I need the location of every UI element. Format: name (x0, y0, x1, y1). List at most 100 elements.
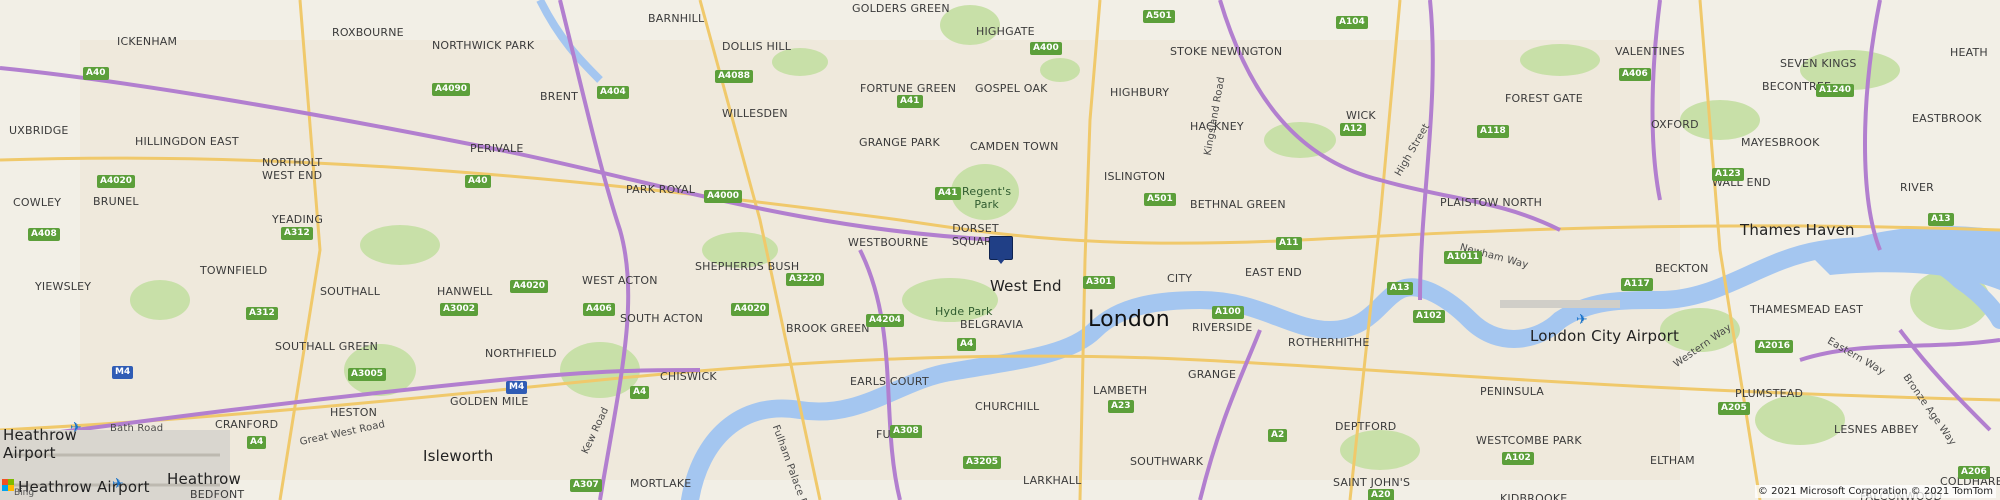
map-label-saint-johns: SAINT JOHN'S (1333, 476, 1411, 489)
map-label-southall: SOUTHALL (320, 285, 381, 298)
map-label-northwick-park: NORTHWICK PARK (432, 39, 535, 52)
map-label-hanwell: HANWELL (437, 285, 493, 298)
road-shield-a100: A100 (1212, 306, 1244, 319)
road-shield-a4020-e: A4020 (731, 303, 770, 316)
map-label-brunel: BRUNEL (93, 195, 139, 208)
road-shield-a2: A2 (1268, 429, 1288, 442)
map-label-plaistow-north: PLAISTOW NORTH (1440, 196, 1543, 209)
road-shield-a3205: A3205 (963, 456, 1002, 469)
road-shield-a1011: A1011 (1444, 251, 1483, 264)
map-label-south-acton: SOUTH ACTON (620, 312, 703, 325)
map-label-plumstead: PLUMSTEAD (1735, 387, 1804, 400)
copyright-notice: © 2021 Microsoft Corporation © 2021 TomT… (1754, 485, 1996, 498)
map-label-riverside: RIVERSIDE (1192, 321, 1253, 334)
map-label-belgravia: BELGRAVIA (960, 318, 1024, 331)
map-label-wick: WICK (1346, 109, 1376, 122)
map-label-hillingdon-east: HILLINGDON EAST (135, 135, 239, 148)
airplane-icon: ✈ (1576, 312, 1588, 328)
map-label-ickenham: ICKENHAM (117, 35, 178, 48)
map-label-seven-kings: SEVEN KINGS (1780, 57, 1857, 70)
road-shield-a307: A307 (570, 479, 602, 492)
map-label-gospel-oak: GOSPEL OAK (975, 82, 1048, 95)
map-label-heston: HESTON (330, 406, 378, 419)
road-shield-a4-w: A4 (630, 386, 650, 399)
road-shield-m4-b: M4 (506, 381, 528, 394)
map-label-highbury: HIGHBURY (1110, 86, 1170, 99)
road-shield-a13-c: A13 (1387, 282, 1413, 295)
map-view[interactable]: GOLDERS GREEN BARNHILL ROXBOURNE ICKENHAM NO… (0, 0, 2000, 500)
map-label-northolt-west-end: NORTHOLT WEST END (262, 156, 323, 182)
map-label-southwark: SOUTHWARK (1130, 455, 1204, 468)
map-label-hyde-park: Hyde Park (935, 305, 993, 318)
road-shield-a312-s: A312 (246, 307, 278, 320)
road-shield-a406: A406 (1619, 68, 1651, 81)
road-shield-a1240: A1240 (1816, 84, 1855, 97)
road-shield-a102-s: A102 (1502, 452, 1534, 465)
map-label-bedfont: BEDFONT (190, 488, 245, 500)
road-shield-a408: A408 (28, 228, 60, 241)
map-label-heath: HEATH (1950, 46, 1988, 59)
map-label-earls-court: EARLS COURT (850, 375, 929, 388)
road-shield-a3002: A3002 (440, 303, 479, 316)
map-label-churchill: CHURCHILL (975, 400, 1040, 413)
map-label-shepherds-bush: SHEPHERDS BUSH (695, 260, 800, 273)
map-label-oxford: OXFORD (1651, 118, 1699, 131)
road-shield-a501-n: A501 (1143, 10, 1175, 23)
location-pin-icon[interactable] (989, 236, 1013, 264)
urban-area (80, 40, 1680, 480)
map-label-mayesbrook: MAYESBROOK (1741, 136, 1820, 149)
city-airport-runway (1500, 300, 1620, 308)
road-shield-a20: A20 (1368, 489, 1394, 500)
map-label-park-royal: PARK ROYAL (626, 183, 696, 196)
road-shield-a206: A206 (1958, 466, 1990, 479)
road-shield-a205: A205 (1718, 402, 1750, 415)
map-label-city: CITY (1167, 272, 1193, 285)
road-shield-a41-n: A41 (897, 95, 923, 108)
map-label-brent: BRENT (540, 90, 579, 103)
airplane-icon: ✈ (70, 420, 82, 436)
road-shield-a102-n: A102 (1413, 310, 1445, 323)
map-label-west-end: West End (990, 277, 1062, 295)
road-shield-a406-s: A406 (583, 303, 615, 316)
road-shield-a3005: A3005 (348, 368, 387, 381)
road-shield-a41-c: A41 (935, 187, 961, 200)
map-label-regents-park: Regent's Park (962, 185, 1012, 211)
road-shield-a4204: A4204 (866, 314, 905, 327)
map-label-southall-green: SOUTHALL GREEN (275, 340, 379, 353)
map-label-eastbrook: EASTBROOK (1912, 112, 1982, 125)
road-shield-a2016: A2016 (1755, 340, 1794, 353)
map-label-west-acton: WEST ACTON (582, 274, 658, 287)
map-label-thamesmead-east: THAMESMEAD EAST (1750, 303, 1864, 316)
road-shield-a40-w: A40 (83, 67, 109, 80)
street-label-bath-road: Bath Road (110, 423, 164, 434)
map-label-camden-town: CAMDEN TOWN (970, 140, 1059, 153)
map-label-cranford: CRANFORD (215, 418, 279, 431)
road-shield-a301: A301 (1083, 276, 1115, 289)
road-shield-a11: A11 (1276, 237, 1302, 250)
map-label-london: London (1088, 307, 1170, 332)
road-shield-a13-e: A13 (1928, 213, 1954, 226)
brand-name: Bing (14, 488, 35, 498)
brand-footer[interactable]: Bing (0, 475, 110, 500)
map-label-east-end: EAST END (1245, 266, 1302, 279)
map-label-bethnal-green: BETHNAL GREEN (1190, 198, 1286, 211)
road-shield-a308: A308 (890, 425, 922, 438)
map-label-heathrow: Heathrow (167, 470, 241, 488)
map-label-chiswick: CHISWICK (660, 370, 717, 383)
road-shield-a118: A118 (1477, 125, 1509, 138)
map-label-golders-green: GOLDERS GREEN (852, 2, 950, 15)
map-label-eltham: ELTHAM (1650, 454, 1695, 467)
map-label-roxbourne: ROXBOURNE (332, 26, 404, 39)
map-label-islington: ISLINGTON (1104, 170, 1166, 183)
road-shield-a104: A104 (1336, 16, 1368, 29)
map-label-kidbrooke: KIDBROOKE (1500, 492, 1568, 500)
map-label-peninsula: PENINSULA (1480, 385, 1545, 398)
road-shield-a4020-w: A4020 (97, 175, 136, 188)
map-label-golden-mile: GOLDEN MILE (450, 395, 529, 408)
road-shield-a4000: A4000 (704, 190, 743, 203)
road-shield-a312-n: A312 (281, 227, 313, 240)
road-shield-a400: A400 (1030, 42, 1062, 55)
map-label-highgate: HIGHGATE (976, 25, 1035, 38)
map-label-thames-haven: Thames Haven (1740, 221, 1855, 239)
map-label-lesnes-abbey: LESNES ABBEY (1834, 423, 1919, 436)
